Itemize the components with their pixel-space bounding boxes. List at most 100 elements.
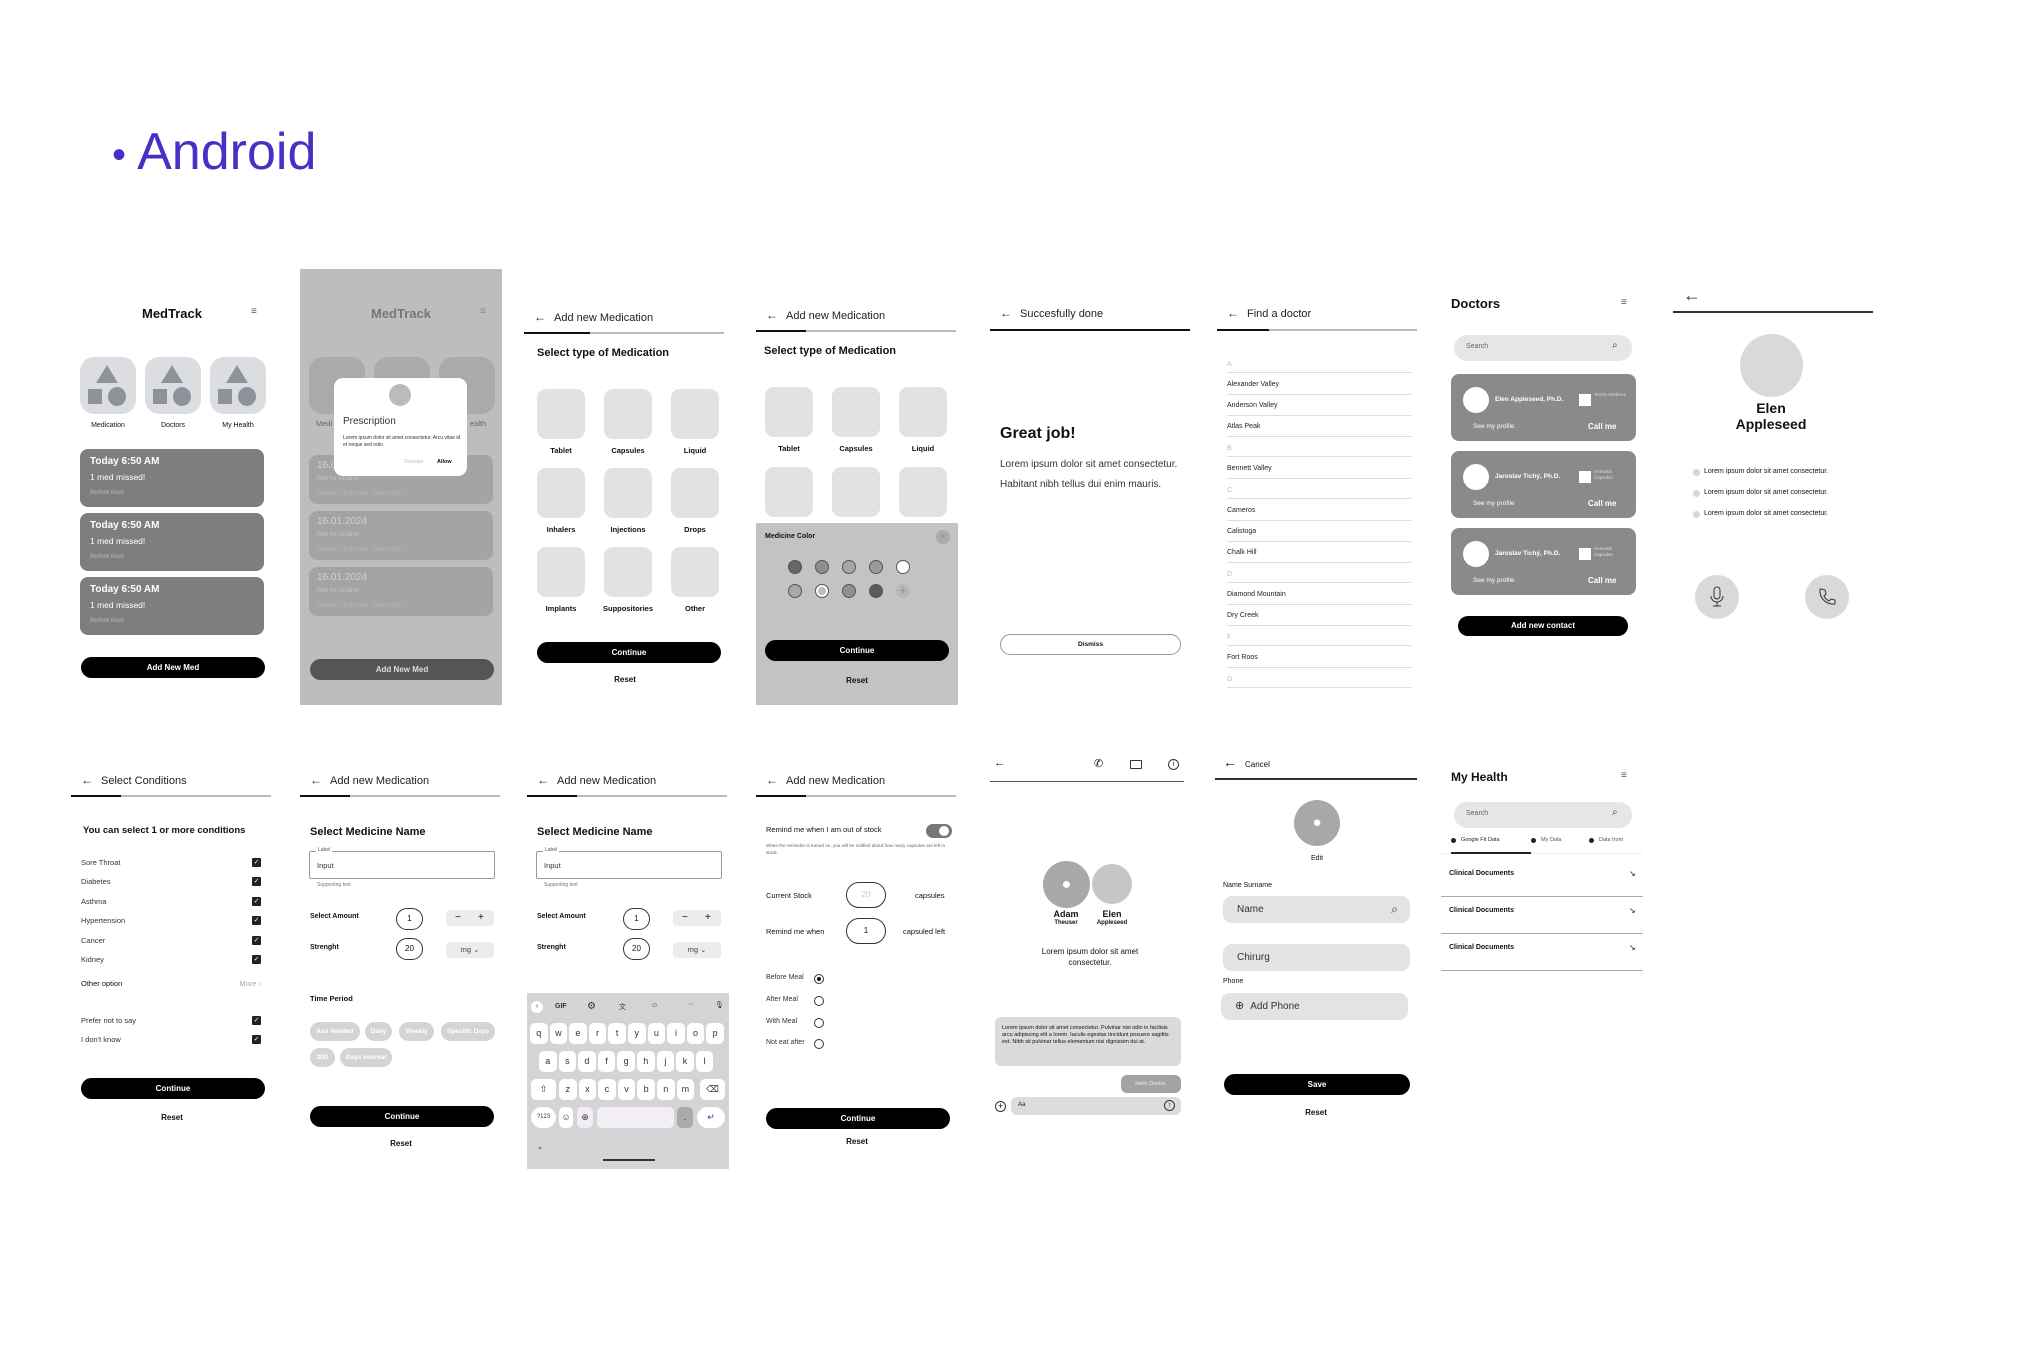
add-new-contact-button[interactable]: Add new contact [1458, 616, 1628, 636]
search-icon[interactable]: ⌕ [1391, 896, 1398, 923]
key-a[interactable]: a [539, 1051, 557, 1072]
key-h[interactable]: h [637, 1051, 655, 1072]
search-icon[interactable]: ⌕ [1612, 340, 1618, 351]
keyboard-back-icon[interactable]: ‹ [531, 1001, 543, 1013]
type-inhalers[interactable] [537, 468, 585, 518]
more-icon[interactable]: ··· [687, 1001, 694, 1008]
back-arrow-icon[interactable]: ← [1227, 306, 1239, 320]
type-tablet[interactable] [537, 389, 585, 439]
continue-button[interactable]: Continue [766, 1108, 950, 1129]
checkbox-checked[interactable]: ✓ [252, 916, 261, 926]
send-icon[interactable]: ↑ [1164, 1100, 1175, 1111]
specialty-input[interactable]: Chirurg [1223, 944, 1410, 971]
key-l[interactable]: l [695, 1051, 714, 1072]
type-capsules[interactable] [832, 387, 880, 437]
edit-avatar-link[interactable]: Edit [1215, 855, 1419, 862]
dismiss-button[interactable]: Dismiss [1000, 634, 1181, 655]
dismiss-button[interactable]: Dismiss [404, 459, 423, 465]
radio-unselected[interactable] [814, 1018, 824, 1028]
backspace-key[interactable]: ⌫ [700, 1079, 725, 1100]
search-input[interactable]: Search ⌕ [1454, 802, 1632, 828]
type-injections[interactable] [832, 467, 880, 517]
doctor-list-item[interactable]: Anderson Valley [1227, 395, 1411, 416]
back-arrow-icon[interactable]: ← [310, 773, 322, 787]
key-v[interactable]: v [617, 1079, 636, 1100]
key-e[interactable]: e [569, 1023, 587, 1044]
key-g[interactable]: g [617, 1051, 635, 1072]
allow-button[interactable]: Allow [437, 459, 452, 465]
checkbox-checked[interactable]: ✓ [252, 1016, 261, 1025]
add-color-icon[interactable]: + [896, 584, 910, 598]
clinical-documents-item[interactable]: Clinical Documents ↘ [1441, 934, 1643, 971]
other-option-row[interactable]: Other option More › [81, 979, 263, 988]
avatar[interactable]: ● [1294, 800, 1340, 846]
back-arrow-icon[interactable]: ← [994, 757, 1005, 769]
hamburger-icon[interactable]: ≡ [251, 306, 257, 317]
cancel-button[interactable]: ← Cancel [1223, 754, 1270, 770]
key-s[interactable]: s [558, 1051, 577, 1072]
doctor-list-item[interactable]: Fort Roos [1227, 647, 1411, 668]
tab-data-from[interactable]: Data from [1589, 837, 1623, 843]
enter-key[interactable]: ↵ [697, 1107, 725, 1128]
condition-item[interactable]: Sore Throat ✓ [81, 858, 263, 867]
time-period-chip[interactable]: Specific Days [441, 1022, 495, 1041]
med-alert-card[interactable]: Today 6:50 AM 1 med missed! Before food [80, 577, 264, 635]
search-input[interactable]: Search ⌕ [1454, 335, 1632, 361]
type-capsules[interactable] [604, 389, 652, 439]
continue-button[interactable]: Continue [81, 1078, 265, 1099]
key-j[interactable]: j [656, 1051, 675, 1072]
search-icon[interactable]: ⌕ [1612, 807, 1618, 818]
med-alert-card[interactable]: Today 6:50 AM 1 med missed! Before food [80, 513, 264, 571]
radio-unselected[interactable] [814, 996, 824, 1006]
emoji-key[interactable]: ☺ [559, 1107, 573, 1128]
doctor-list-item[interactable]: Dry Creek [1227, 605, 1411, 626]
condition-item[interactable]: Diabetes ✓ [81, 877, 263, 887]
back-arrow-icon[interactable]: ← [534, 310, 546, 324]
radio-selected[interactable] [814, 974, 824, 984]
color-swatch[interactable] [869, 560, 883, 574]
amount-stepper[interactable]: − + [673, 910, 721, 926]
color-swatch[interactable] [788, 584, 802, 598]
phone-icon[interactable]: ✆ [1094, 757, 1103, 770]
color-swatch[interactable] [842, 560, 856, 574]
see-profile-link[interactable]: See my profile [1473, 577, 1515, 584]
key-z[interactable]: z [559, 1079, 577, 1100]
med-alert-card[interactable]: Today 6:50 AM 1 med missed! Before food [80, 449, 264, 507]
checkbox-checked[interactable]: ✓ [252, 955, 261, 964]
info-icon[interactable]: i [1168, 759, 1179, 770]
reset-button[interactable]: Reset [756, 676, 958, 685]
message-input[interactable]: Aa ↑ [1011, 1097, 1181, 1115]
medicine-name-input[interactable]: Label Input [309, 847, 495, 879]
increment-button[interactable]: + [705, 910, 711, 925]
reset-button[interactable]: Reset [71, 1113, 273, 1122]
save-button[interactable]: Save [1224, 1074, 1410, 1095]
type-inhalers[interactable] [765, 467, 813, 517]
microphone-icon[interactable]: 🎙 [715, 1001, 724, 1009]
key-y[interactable]: y [628, 1023, 646, 1044]
condition-item[interactable]: Kidney ✓ [81, 955, 263, 964]
decrement-button[interactable]: − [455, 910, 461, 925]
color-swatch[interactable] [815, 560, 829, 574]
type-liquid[interactable] [671, 389, 719, 439]
category-my-health[interactable] [210, 357, 266, 414]
period-key[interactable]: . [677, 1107, 693, 1128]
doctor-list-item[interactable]: Atlas Peak [1227, 416, 1411, 437]
type-tablet[interactable] [765, 387, 813, 437]
back-arrow-icon[interactable]: ← [766, 308, 778, 322]
doctor-list-item[interactable]: Cameros [1227, 500, 1411, 521]
shift-key[interactable]: ⇧ [531, 1079, 556, 1100]
name-input[interactable]: Name ⌕ [1223, 896, 1410, 923]
call-me-button[interactable]: Call me [1588, 422, 1616, 431]
type-injections[interactable] [604, 468, 652, 518]
checkbox-checked[interactable]: ✓ [252, 935, 261, 945]
back-arrow-icon[interactable]: ← [1000, 306, 1012, 320]
tab-my-data[interactable]: My Data [1531, 837, 1561, 843]
condition-item[interactable]: Asthma ✓ [81, 896, 263, 906]
doctor-list-item[interactable]: Diamond Mountain [1227, 584, 1411, 605]
doctor-list-item[interactable]: Alexander Valley [1227, 374, 1411, 395]
decrement-button[interactable]: − [682, 910, 688, 925]
key-x[interactable]: x [578, 1079, 597, 1100]
gif-button[interactable]: GIF [555, 1003, 567, 1010]
unit-dropdown[interactable]: mg ⌄ [446, 942, 494, 958]
call-me-button[interactable]: Call me [1588, 576, 1616, 585]
